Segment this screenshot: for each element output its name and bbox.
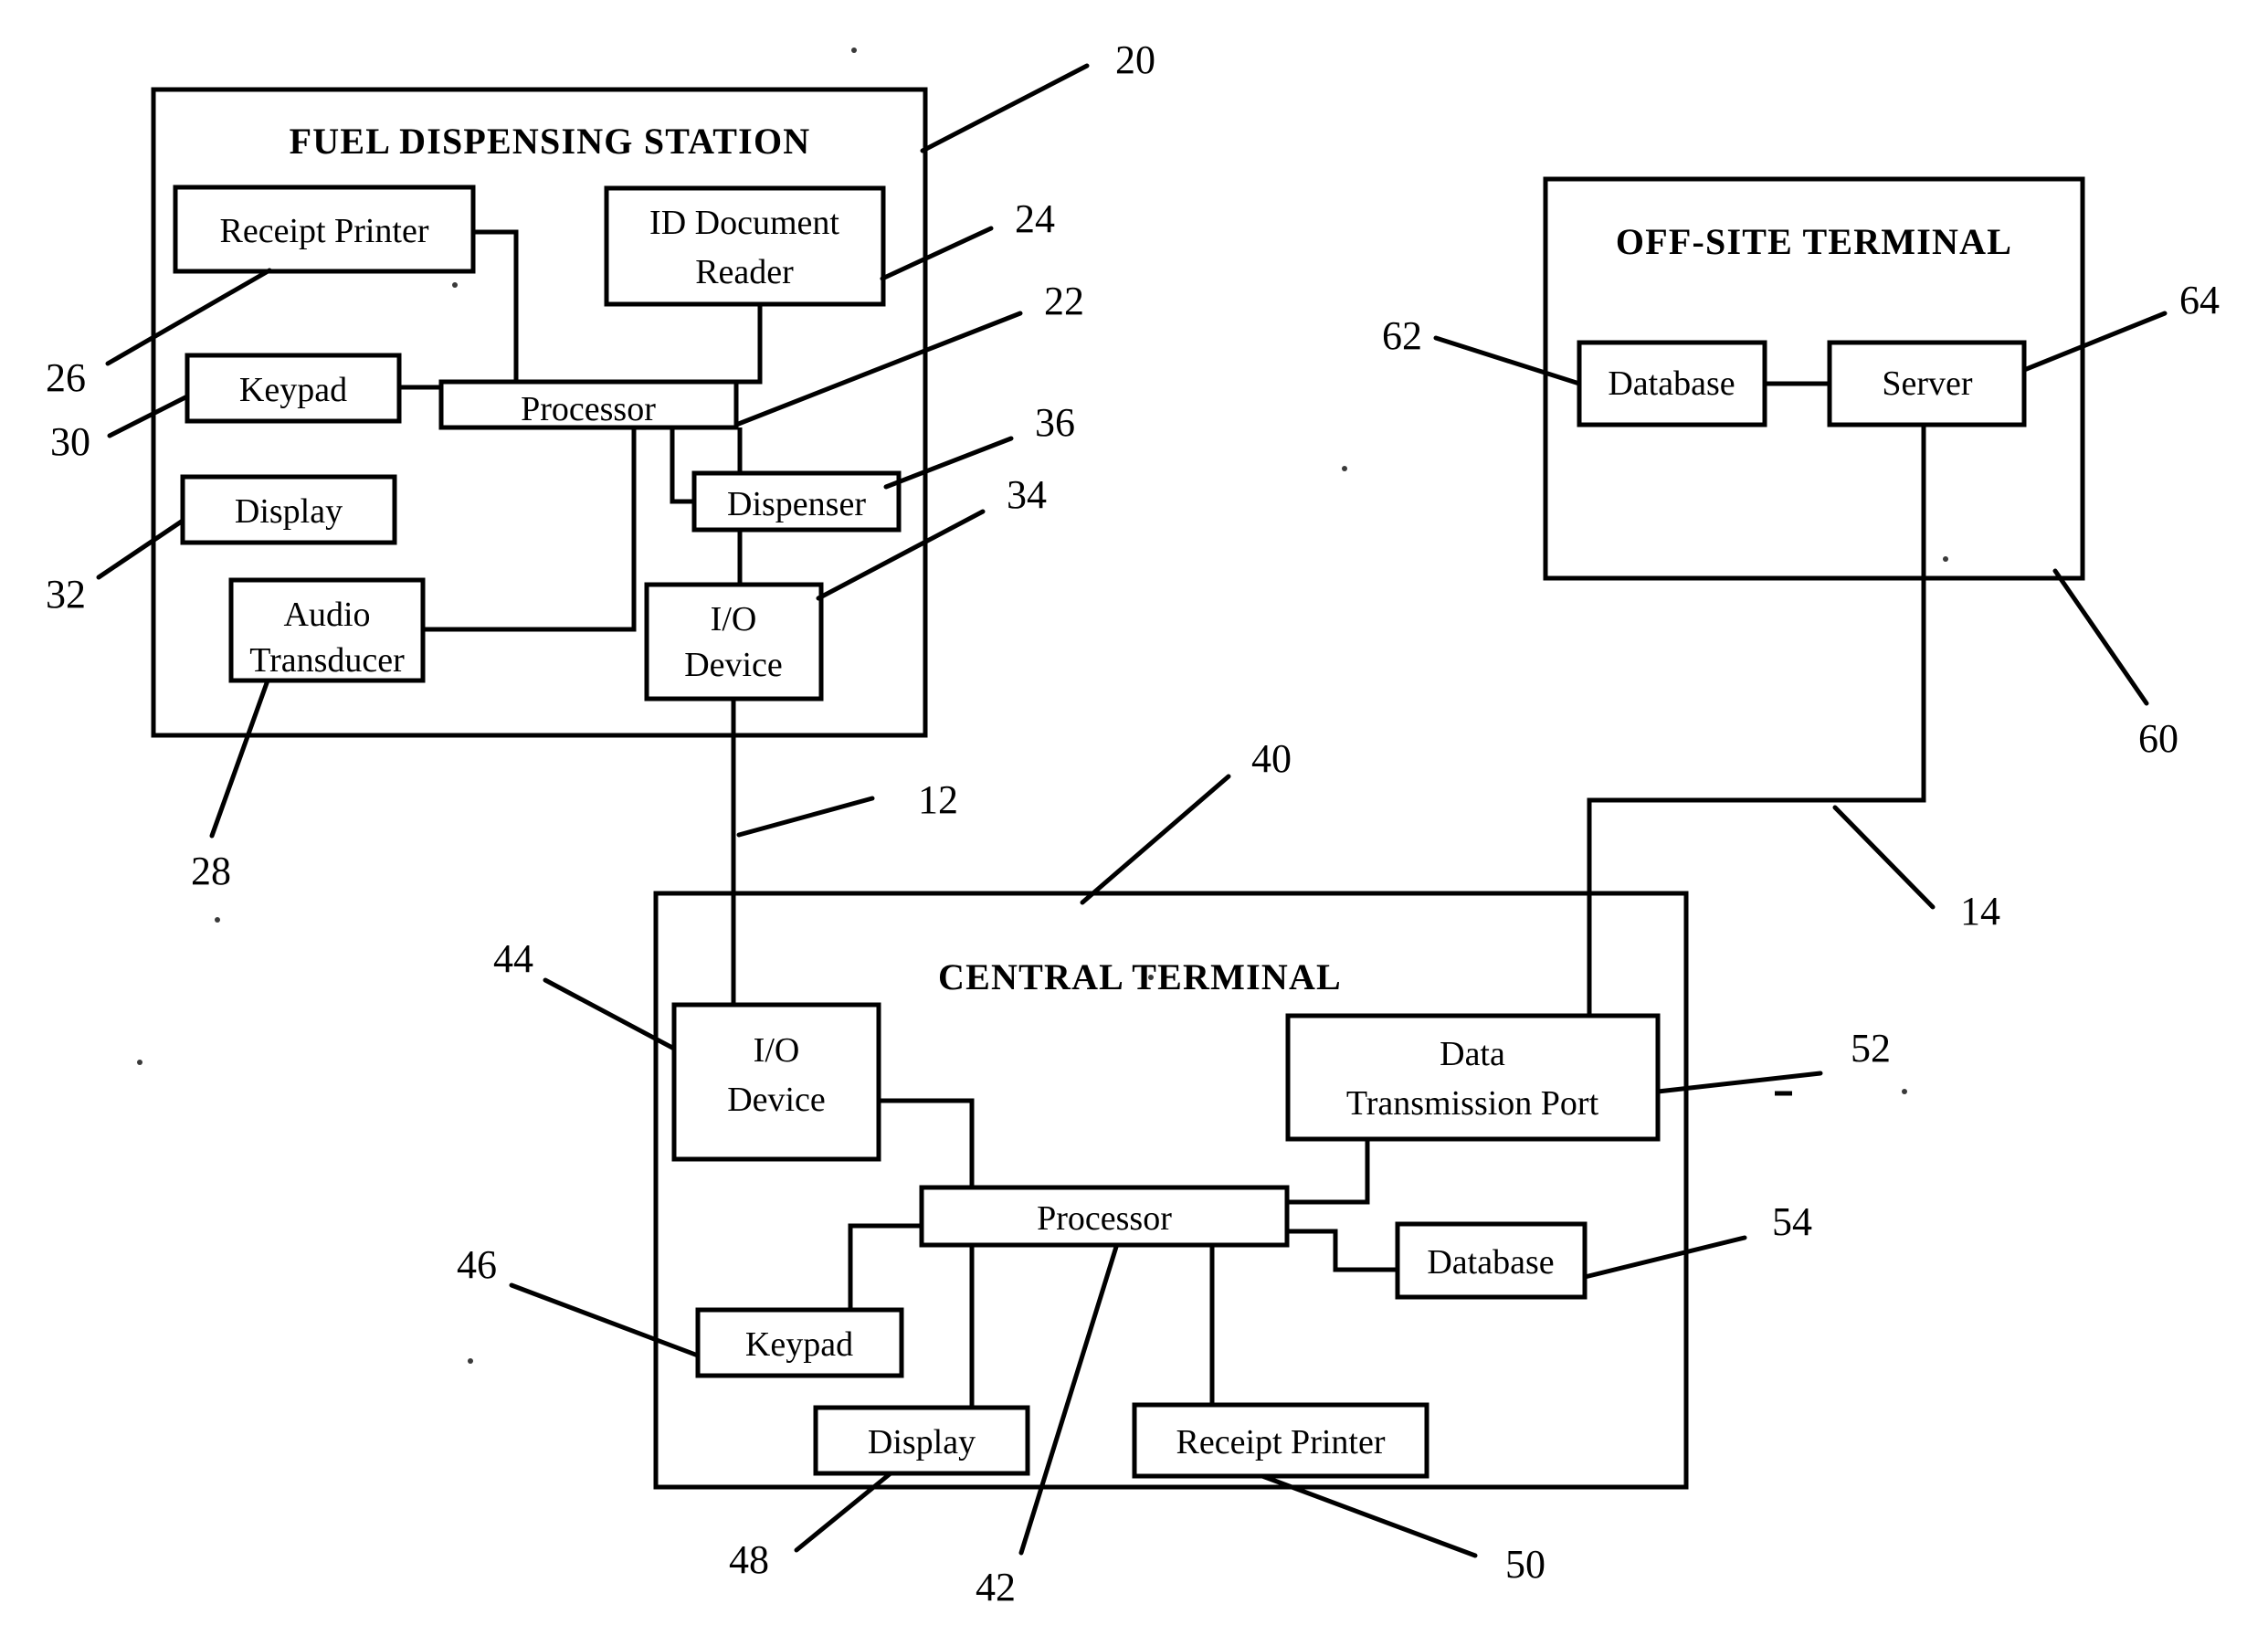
ref-num-12: 12 <box>918 777 958 822</box>
label-ost-database: Database <box>1608 364 1735 403</box>
label-fds-dispenser: Dispenser <box>727 485 866 523</box>
ref-num-54: 54 <box>1772 1199 1812 1244</box>
leader-46 <box>509 1282 701 1358</box>
label-ct-receipt-printer: Receipt Printer <box>1176 1423 1386 1461</box>
scan-speck <box>1148 975 1154 980</box>
label-fds-keypad: Keypad <box>239 371 347 409</box>
scan-speck <box>1943 556 1948 562</box>
label-fds-io-device-line2: Device <box>684 646 783 684</box>
scan-speck <box>1342 466 1347 471</box>
ref-num-20: 20 <box>1115 37 1155 82</box>
label-ct-database: Database <box>1427 1243 1554 1282</box>
wire-ct-processor-to-database <box>1287 1229 1398 1272</box>
wire-ct-processor-to-data-port <box>1287 1139 1370 1205</box>
label-ct-io-device-line1: I/O <box>754 1031 800 1070</box>
ref-num-60: 60 <box>2138 716 2178 761</box>
label-fds-id-document-reader-line1: ID Document <box>649 204 839 242</box>
scan-speck <box>1902 1089 1907 1094</box>
ref-num-26: 26 <box>46 355 86 400</box>
leader-36 <box>883 436 1014 490</box>
label-fds-id-document-reader-line2: Reader <box>695 253 794 291</box>
wire-receipt-printer-to-processor <box>473 229 519 385</box>
leader-22 <box>733 311 1023 427</box>
ref-num-30: 30 <box>50 419 90 464</box>
scan-speck <box>137 1060 142 1065</box>
ref-num-44: 44 <box>493 936 533 981</box>
label-ost-server: Server <box>1882 364 1973 403</box>
label-ct-keypad: Keypad <box>745 1325 853 1364</box>
label-fds-audio-transducer-line1: Audio <box>284 596 371 634</box>
label-fds-io-device-line1: I/O <box>711 600 757 638</box>
label-fds-receipt-printer: Receipt Printer <box>220 212 429 250</box>
leader-60 <box>2052 568 2149 706</box>
leader-20 <box>920 63 1090 153</box>
ref-num-64: 64 <box>2179 278 2220 322</box>
ref-num-46: 46 <box>457 1242 497 1287</box>
ref-num-28: 28 <box>191 849 231 893</box>
wire-link-14-offsite-to-central <box>1587 425 1926 1016</box>
group-title-fuel-dispensing-station: FUEL DISPENSING STATION <box>290 121 811 162</box>
leader-26 <box>105 268 272 366</box>
scan-speck <box>851 47 857 53</box>
label-fds-processor: Processor <box>521 390 656 428</box>
ref-num-42: 42 <box>976 1565 1016 1609</box>
patent-block-diagram: FUEL DISPENSING STATION Receipt Printer … <box>46 37 2220 1609</box>
leader-52 <box>1655 1071 1823 1094</box>
ref-num-22: 22 <box>1044 279 1084 323</box>
ref-num-62: 62 <box>1382 313 1422 358</box>
group-title-central-terminal: CENTRAL TERMINAL <box>938 956 1342 997</box>
scan-speck <box>452 282 458 288</box>
label-fds-audio-transducer-line2: Transducer <box>249 641 405 680</box>
ref-num-32: 32 <box>46 572 86 617</box>
ref-num-50: 50 <box>1505 1542 1545 1587</box>
leader-14 <box>1832 805 1936 910</box>
label-ct-processor: Processor <box>1037 1199 1172 1238</box>
ref-num-14: 14 <box>1960 889 2000 934</box>
scan-speck <box>215 917 220 923</box>
ref-num-34: 34 <box>1007 472 1047 517</box>
leader-28 <box>209 678 270 839</box>
leader-54 <box>1582 1235 1747 1280</box>
leader-24 <box>880 226 994 281</box>
wire-processor-to-dispenser <box>670 427 694 504</box>
label-ct-io-device-line2: Device <box>727 1081 826 1119</box>
wire-id-reader-to-processor <box>736 304 763 385</box>
wire-ct-io-device-to-processor <box>879 1098 975 1187</box>
ref-num-24: 24 <box>1015 196 1055 241</box>
leader-32 <box>96 518 185 580</box>
scan-speck <box>468 1358 473 1364</box>
label-ct-data-transmission-port-line2: Transmission Port <box>1346 1084 1599 1123</box>
ref-num-36: 36 <box>1035 400 1075 445</box>
wire-processor-to-audio-transducer <box>521 427 637 632</box>
group-title-off-site-terminal: OFF-SITE TERMINAL <box>1616 221 2012 262</box>
leader-12 <box>736 796 875 838</box>
leader-40 <box>1080 774 1231 905</box>
label-fds-display: Display <box>235 492 343 531</box>
label-ct-data-transmission-port-line1: Data <box>1440 1035 1505 1073</box>
leader-62 <box>1433 335 1582 386</box>
ref-num-40: 40 <box>1251 736 1292 781</box>
leader-30 <box>107 394 190 438</box>
label-ct-display: Display <box>868 1423 976 1461</box>
leader-42 <box>1018 1244 1119 1556</box>
leader-64 <box>2021 311 2168 373</box>
ref-num-48: 48 <box>729 1537 769 1582</box>
ref-num-52: 52 <box>1851 1026 1891 1071</box>
